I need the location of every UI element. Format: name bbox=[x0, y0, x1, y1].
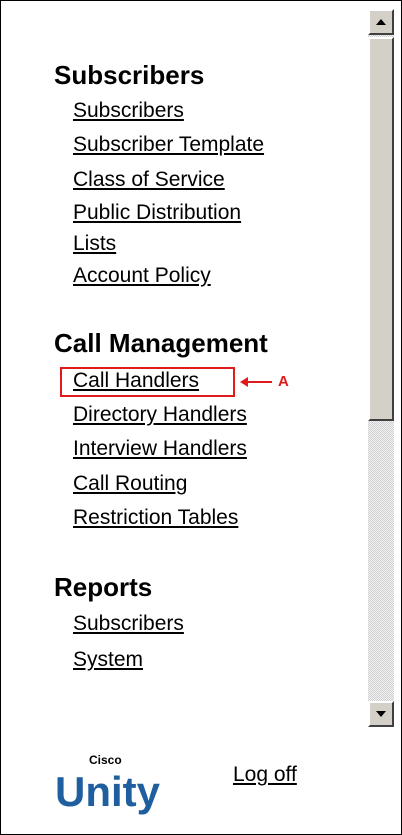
link-restriction-tables[interactable]: Restriction Tables bbox=[73, 505, 238, 531]
scroll-up-button[interactable] bbox=[368, 9, 394, 35]
link-subscribers[interactable]: Subscribers bbox=[73, 98, 184, 124]
logoff-link[interactable]: Log off bbox=[233, 763, 297, 787]
link-account-policy[interactable]: Account Policy bbox=[73, 263, 211, 289]
arrow-up-icon bbox=[376, 19, 386, 25]
link-interview-handlers[interactable]: Interview Handlers bbox=[73, 436, 247, 462]
logo-brand-small: Cisco bbox=[89, 753, 122, 767]
link-lists[interactable]: Lists bbox=[73, 231, 116, 257]
link-system[interactable]: System bbox=[73, 647, 143, 673]
vertical-scrollbar[interactable] bbox=[368, 9, 394, 727]
arrow-left-icon bbox=[240, 377, 272, 387]
link-public-distribution[interactable]: Public Distribution bbox=[73, 200, 241, 226]
cisco-unity-logo: Cisco Unity bbox=[55, 753, 195, 823]
logo-brand-big: Unity bbox=[55, 768, 160, 815]
navigation-panel: Subscribers Subscribers Subscriber Templ… bbox=[2, 2, 366, 723]
arrow-down-icon bbox=[376, 711, 386, 717]
callout-label: A bbox=[278, 373, 289, 390]
scroll-down-button[interactable] bbox=[368, 701, 394, 727]
callout-annotation: A bbox=[240, 372, 289, 392]
link-call-handlers[interactable]: Call Handlers bbox=[73, 368, 199, 394]
link-directory-handlers[interactable]: Directory Handlers bbox=[73, 402, 247, 428]
link-class-of-service[interactable]: Class of Service bbox=[73, 167, 225, 193]
section-heading-subscribers: Subscribers bbox=[54, 60, 205, 90]
link-subscriber-template[interactable]: Subscriber Template bbox=[73, 132, 264, 158]
scrollbar-thumb[interactable] bbox=[368, 37, 394, 421]
link-call-routing[interactable]: Call Routing bbox=[73, 471, 187, 497]
link-reports-subscribers[interactable]: Subscribers bbox=[73, 611, 184, 637]
navigation-frame: Subscribers Subscribers Subscriber Templ… bbox=[0, 0, 402, 835]
section-heading-reports: Reports bbox=[54, 572, 153, 602]
section-heading-call-management: Call Management bbox=[54, 328, 268, 358]
